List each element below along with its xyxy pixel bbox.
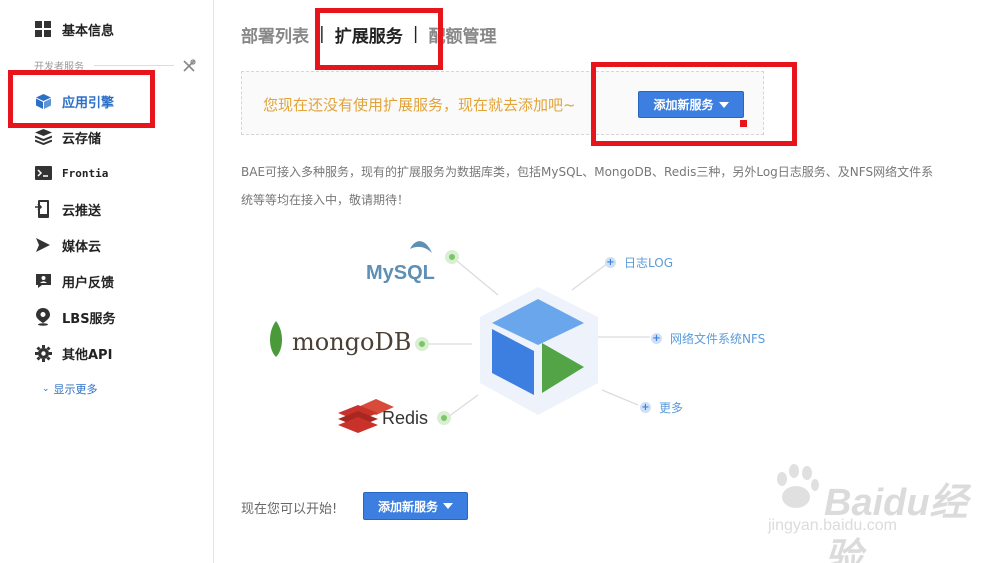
sidebar-item-label: 基本信息 bbox=[62, 23, 115, 39]
sidebar-item-label: 媒体云 bbox=[62, 239, 102, 255]
plus-icon: + bbox=[605, 256, 616, 268]
section-label: 开发者服务 bbox=[34, 62, 84, 73]
sidebar-item-feedback[interactable]: 用户反馈 bbox=[34, 269, 114, 293]
sidebar-item-cloud-storage[interactable]: 云存储 bbox=[34, 125, 101, 149]
cloud-storage-icon bbox=[34, 128, 52, 146]
divider bbox=[94, 65, 174, 66]
sidebar-item-label: Frontia bbox=[62, 166, 109, 180]
add-service-button-bottom[interactable]: 添加新服务 bbox=[363, 492, 468, 520]
mongodb-leaf-icon bbox=[270, 321, 282, 357]
service-more: + 更多 bbox=[640, 399, 683, 416]
tab-quota-management[interactable]: 配额管理 bbox=[428, 22, 496, 47]
connector-dot bbox=[437, 411, 451, 425]
caret-down-icon bbox=[718, 101, 729, 108]
sidebar-item-label: 其他API bbox=[62, 347, 113, 363]
sidebar-item-label: 用户反馈 bbox=[62, 275, 115, 291]
tab-bar: 部署列表 | 扩展服务 | 配额管理 bbox=[241, 20, 496, 48]
sidebar-item-frontia[interactable]: Frontia bbox=[34, 161, 108, 185]
tools-icon[interactable] bbox=[182, 58, 196, 72]
chevron-down-icon: ⌄ bbox=[42, 384, 50, 394]
service-log-label: 日志LOG bbox=[624, 256, 674, 270]
show-more-link[interactable]: ⌄ 显示更多 bbox=[42, 381, 98, 397]
add-service-button[interactable]: 添加新服务 bbox=[638, 91, 744, 118]
tab-separator: | bbox=[412, 24, 419, 44]
add-service-label: 添加新服务 bbox=[377, 499, 438, 514]
gear-icon bbox=[34, 344, 52, 362]
notice-text: 您现在还没有使用扩展服务，现在就去添加吧~ bbox=[263, 96, 576, 114]
start-text: 现在您可以开始! bbox=[241, 502, 338, 517]
paw-icon bbox=[777, 464, 819, 508]
feedback-icon bbox=[34, 272, 52, 290]
sidebar-item-push[interactable]: 云推送 bbox=[34, 197, 101, 221]
mysql-label: MySQL bbox=[366, 262, 435, 284]
sidebar: 基本信息 开发者服务 应用引擎 云存储 Frontia 云推送 媒体云 用户反馈… bbox=[0, 0, 214, 563]
plus-icon: + bbox=[640, 401, 651, 413]
tab-deploy-list[interactable]: 部署列表 bbox=[241, 22, 309, 47]
service-nfs: + 网络文件系统NFS bbox=[651, 330, 765, 347]
watermark-url: jingyan.baidu.com bbox=[768, 517, 897, 534]
description: BAE可接入多种服务，现有的扩展服务为数据库类，包括MySQL、MongoDB、… bbox=[241, 165, 934, 207]
sidebar-item-other-api[interactable]: 其他API bbox=[34, 341, 112, 365]
add-service-label: 添加新服务 bbox=[653, 98, 714, 112]
connector-dot bbox=[415, 337, 429, 351]
sidebar-item-app-engine[interactable]: 应用引擎 bbox=[34, 89, 114, 113]
sidebar-item-lbs[interactable]: LBS服务 bbox=[34, 305, 116, 329]
sidebar-item-basic-info[interactable]: 基本信息 bbox=[34, 17, 114, 41]
mongodb-label: mongoDB bbox=[292, 328, 412, 356]
sidebar-item-label: 云存储 bbox=[62, 131, 102, 147]
sidebar-item-media[interactable]: 媒体云 bbox=[34, 233, 101, 257]
connector-dot bbox=[445, 250, 459, 264]
mysql-dolphin-icon bbox=[410, 241, 432, 253]
tab-extension-services[interactable]: 扩展服务 bbox=[335, 22, 403, 47]
service-more-label: 更多 bbox=[659, 401, 684, 415]
terminal-icon bbox=[34, 164, 52, 182]
location-icon bbox=[34, 308, 52, 326]
sidebar-item-label: LBS服务 bbox=[62, 311, 116, 327]
sidebar-item-label: 应用引擎 bbox=[62, 95, 115, 111]
service-log: + 日志LOG bbox=[605, 254, 673, 271]
media-icon bbox=[34, 236, 52, 254]
plus-icon: + bbox=[651, 332, 662, 344]
service-nfs-label: 网络文件系统NFS bbox=[670, 332, 766, 346]
annotation-dot bbox=[740, 120, 747, 127]
show-more-label: 显示更多 bbox=[53, 383, 98, 396]
redis-label: Redis bbox=[382, 408, 429, 428]
grid-icon bbox=[34, 20, 52, 38]
baidu-watermark: Baidu经验 jingyan.baidu.com bbox=[764, 455, 974, 563]
caret-down-icon bbox=[443, 503, 453, 509]
push-icon bbox=[34, 200, 52, 218]
tab-separator: | bbox=[319, 24, 325, 44]
app-engine-icon bbox=[34, 92, 52, 110]
sidebar-item-label: 云推送 bbox=[62, 203, 102, 219]
